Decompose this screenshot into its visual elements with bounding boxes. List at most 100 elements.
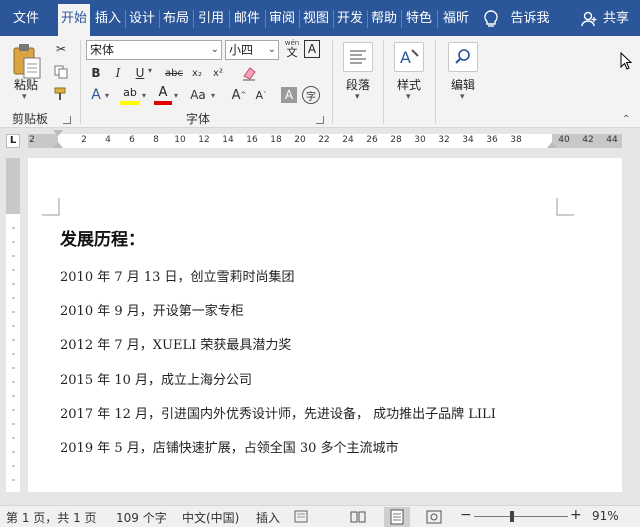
font-name-combo[interactable]: 宋体 ⌄ xyxy=(86,40,222,60)
editing-dropdown-icon[interactable]: ▾ xyxy=(460,92,465,102)
paste-button[interactable]: 粘贴 xyxy=(14,76,38,93)
tab-design[interactable]: 设计 xyxy=(126,0,158,36)
bold-button[interactable]: B xyxy=(87,64,105,82)
zoom-out-button[interactable]: − xyxy=(460,507,472,523)
language-indicator[interactable]: 中文(中国) xyxy=(182,509,239,526)
paragraph-icon[interactable] xyxy=(343,42,373,72)
word-count[interactable]: 109 个字 xyxy=(116,509,167,526)
search-icon[interactable] xyxy=(448,42,478,72)
ruler-tick: 34 xyxy=(462,135,474,145)
tab-foxit[interactable]: 福昕 xyxy=(438,0,474,36)
enclose-char-button[interactable]: 字 xyxy=(302,86,320,104)
ruler-tick: 14 xyxy=(222,135,234,145)
collapse-ribbon-icon[interactable]: ⌃ xyxy=(622,114,630,125)
tab-file[interactable]: 文件 xyxy=(4,0,48,36)
macro-record-icon[interactable] xyxy=(294,510,308,523)
clipboard-launcher-icon[interactable] xyxy=(63,116,71,124)
char-shading-button[interactable]: A xyxy=(281,87,297,103)
font-size-value: 小四 xyxy=(229,43,254,57)
styles-dropdown-icon[interactable]: ▾ xyxy=(406,92,411,102)
insert-mode[interactable]: 插入 xyxy=(256,509,280,526)
paste-icon[interactable] xyxy=(10,42,44,80)
copy-icon[interactable] xyxy=(52,63,70,81)
highlight-button[interactable]: ab xyxy=(120,86,140,106)
italic-button[interactable]: I xyxy=(109,64,127,82)
zoom-level[interactable]: 91% xyxy=(592,509,619,523)
font-color-swatch xyxy=(154,101,172,105)
tab-selector[interactable]: L xyxy=(6,134,20,148)
read-mode-icon[interactable] xyxy=(350,510,366,524)
font-launcher-icon[interactable] xyxy=(316,116,324,124)
font-size-combo[interactable]: 小四 ⌄ xyxy=(225,40,279,60)
print-layout-icon[interactable] xyxy=(384,507,410,527)
zoom-slider[interactable] xyxy=(474,516,568,517)
document-heading[interactable]: 发展历程： xyxy=(60,225,145,250)
shrink-font-glyph: A xyxy=(255,88,264,102)
tab-insert[interactable]: 插入 xyxy=(92,0,124,36)
tab-references[interactable]: 引用 xyxy=(194,0,228,36)
highlight-dropdown-icon[interactable]: ▾ xyxy=(142,91,146,100)
underline-button[interactable]: U xyxy=(131,64,149,82)
paragraph-button[interactable]: 段落 xyxy=(346,76,370,93)
document-line[interactable]: 2012 年 7 月，XUELI 荣获最具潜力奖 xyxy=(60,334,291,353)
ruler-tick: 30 xyxy=(414,135,426,145)
phonetic-guide-button[interactable]: wén 文 xyxy=(283,39,301,61)
right-indent-marker[interactable] xyxy=(547,142,557,148)
change-case-button[interactable]: Aa xyxy=(186,86,210,104)
clear-format-icon[interactable] xyxy=(240,64,258,82)
hanging-indent-marker[interactable] xyxy=(53,142,63,148)
cut-icon[interactable]: ✂ xyxy=(52,40,70,58)
tab-home[interactable]: 开始 xyxy=(58,4,90,40)
superscript-button[interactable]: x² xyxy=(209,64,227,82)
ruler-tick: 8 xyxy=(153,135,159,145)
subscript-button[interactable]: x₂ xyxy=(188,64,206,82)
change-case-dropdown-icon[interactable]: ▾ xyxy=(211,91,215,100)
shrink-font-button[interactable]: Aˇ xyxy=(252,86,270,104)
zoom-slider-thumb[interactable] xyxy=(510,511,514,522)
text-effects-dropdown-icon[interactable]: ▾ xyxy=(105,91,109,100)
chevron-down-icon[interactable]: ⌄ xyxy=(268,41,276,59)
share-button[interactable]: 共享 xyxy=(598,0,634,36)
document-line[interactable]: 2019 年 5 月，店铺快速扩展，占领全国 30 多个主流城市 xyxy=(60,437,399,456)
ruler-tick: 2 xyxy=(81,135,87,145)
document-line[interactable]: 2017 年 12 月，引进国内外优秀设计师，先进设备， 成功推出子品牌 LIL… xyxy=(60,403,496,422)
mouse-cursor-icon xyxy=(620,51,633,73)
strikethrough-button[interactable]: abc xyxy=(163,64,185,82)
zoom-in-button[interactable]: + xyxy=(570,507,582,523)
underline-dropdown-icon[interactable]: ▾ xyxy=(148,66,152,75)
web-layout-icon[interactable] xyxy=(426,510,442,524)
text-effects-button[interactable]: A xyxy=(87,86,105,104)
document-line[interactable]: 2010 年 7 月 13 日，创立雪莉时尚集团 xyxy=(60,266,295,285)
tell-me-search[interactable]: 告诉我 xyxy=(506,0,554,36)
ruler-tick: 6 xyxy=(129,135,135,145)
styles-icon[interactable]: A xyxy=(394,42,424,72)
document-page[interactable]: 发展历程： 2010 年 7 月 13 日，创立雪莉时尚集团 2010 年 9 … xyxy=(28,158,622,492)
tab-layout[interactable]: 布局 xyxy=(160,0,192,36)
char-border-button[interactable]: A xyxy=(304,40,320,58)
tab-special[interactable]: 特色 xyxy=(402,0,436,36)
font-color-button[interactable]: A xyxy=(154,86,172,106)
grow-font-button[interactable]: A ^ xyxy=(230,86,248,104)
document-line[interactable]: 2015 年 10 月，成立上海分公司 xyxy=(60,369,252,388)
tab-review[interactable]: 审阅 xyxy=(266,0,298,36)
format-painter-icon[interactable] xyxy=(52,85,70,103)
paragraph-dropdown-icon[interactable]: ▾ xyxy=(355,92,360,102)
document-line[interactable]: 2010 年 9 月，开设第一家专柜 xyxy=(60,300,244,319)
styles-button[interactable]: 样式 xyxy=(397,76,421,93)
ruler-tick: 44 xyxy=(606,135,618,145)
status-bar: 第 1 页，共 1 页 109 个字 中文(中国) 插入 − + 91% xyxy=(0,505,640,527)
editing-button[interactable]: 编辑 xyxy=(451,76,475,93)
paste-dropdown-icon[interactable]: ▾ xyxy=(22,92,27,102)
ruler-tick: 4 xyxy=(105,135,111,145)
horizontal-ruler[interactable]: 2 2 4 6 8 10 12 14 16 18 20 22 24 26 28 … xyxy=(28,130,622,148)
first-line-indent-marker[interactable] xyxy=(53,130,63,136)
tab-help[interactable]: 帮助 xyxy=(368,0,400,36)
chevron-down-icon[interactable]: ⌄ xyxy=(211,41,219,59)
tab-mailings[interactable]: 邮件 xyxy=(230,0,264,36)
page-count[interactable]: 第 1 页，共 1 页 xyxy=(6,509,97,526)
font-color-dropdown-icon[interactable]: ▾ xyxy=(174,91,178,100)
vertical-ruler[interactable] xyxy=(6,158,20,492)
ruler-tick: 2 xyxy=(29,135,35,145)
tab-developer[interactable]: 开发 xyxy=(334,0,366,36)
tab-view[interactable]: 视图 xyxy=(300,0,332,36)
